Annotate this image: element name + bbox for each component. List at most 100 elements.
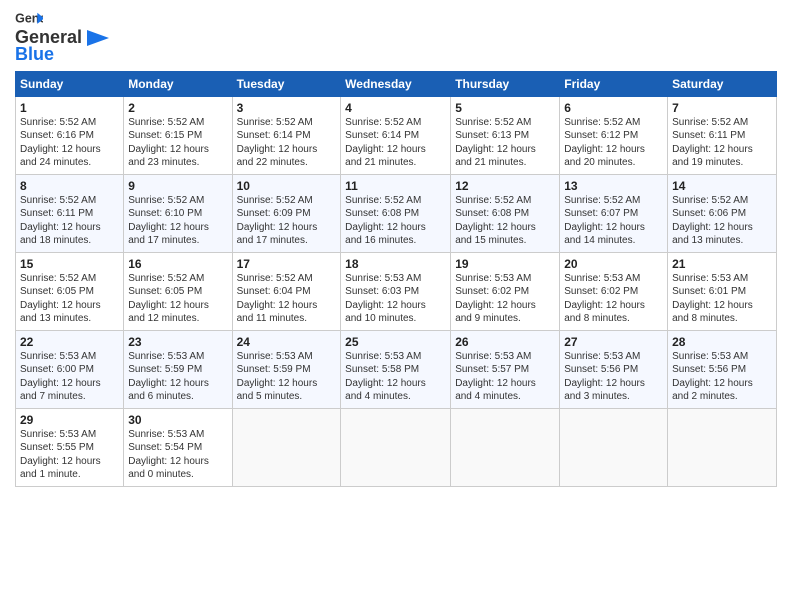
day-info: Sunrise: 5:52 AMSunset: 6:06 PMDaylight:… [672,194,772,248]
calendar-cell [560,408,668,486]
day-number: 27 [564,335,663,349]
day-info: Sunrise: 5:52 AMSunset: 6:16 PMDaylight:… [20,116,119,170]
week-row-1: 1Sunrise: 5:52 AMSunset: 6:16 PMDaylight… [16,96,777,174]
day-info: Sunrise: 5:52 AMSunset: 6:09 PMDaylight:… [237,194,337,248]
weekday-header-monday: Monday [124,71,232,96]
day-info: Sunrise: 5:53 AMSunset: 6:00 PMDaylight:… [20,350,119,404]
calendar-cell [668,408,777,486]
day-number: 12 [455,179,555,193]
day-info: Sunrise: 5:52 AMSunset: 6:14 PMDaylight:… [237,116,337,170]
week-row-4: 22Sunrise: 5:53 AMSunset: 6:00 PMDayligh… [16,330,777,408]
day-info: Sunrise: 5:53 AMSunset: 5:56 PMDaylight:… [672,350,772,404]
day-number: 24 [237,335,337,349]
day-number: 5 [455,101,555,115]
calendar-cell: 17Sunrise: 5:52 AMSunset: 6:04 PMDayligh… [232,252,341,330]
day-info: Sunrise: 5:52 AMSunset: 6:08 PMDaylight:… [345,194,446,248]
day-number: 20 [564,257,663,271]
day-info: Sunrise: 5:53 AMSunset: 5:59 PMDaylight:… [128,350,227,404]
day-number: 22 [20,335,119,349]
day-number: 25 [345,335,446,349]
day-info: Sunrise: 5:52 AMSunset: 6:10 PMDaylight:… [128,194,227,248]
calendar-cell: 18Sunrise: 5:53 AMSunset: 6:03 PMDayligh… [341,252,451,330]
week-row-5: 29Sunrise: 5:53 AMSunset: 5:55 PMDayligh… [16,408,777,486]
calendar-cell: 14Sunrise: 5:52 AMSunset: 6:06 PMDayligh… [668,174,777,252]
calendar-cell: 5Sunrise: 5:52 AMSunset: 6:13 PMDaylight… [451,96,560,174]
day-number: 26 [455,335,555,349]
calendar-cell: 1Sunrise: 5:52 AMSunset: 6:16 PMDaylight… [16,96,124,174]
calendar-cell: 26Sunrise: 5:53 AMSunset: 5:57 PMDayligh… [451,330,560,408]
day-number: 4 [345,101,446,115]
day-info: Sunrise: 5:52 AMSunset: 6:08 PMDaylight:… [455,194,555,248]
day-info: Sunrise: 5:53 AMSunset: 6:01 PMDaylight:… [672,272,772,326]
day-number: 3 [237,101,337,115]
day-info: Sunrise: 5:53 AMSunset: 5:55 PMDaylight:… [20,428,119,482]
day-info: Sunrise: 5:52 AMSunset: 6:11 PMDaylight:… [672,116,772,170]
day-info: Sunrise: 5:52 AMSunset: 6:13 PMDaylight:… [455,116,555,170]
calendar-cell: 9Sunrise: 5:52 AMSunset: 6:10 PMDaylight… [124,174,232,252]
calendar-cell: 6Sunrise: 5:52 AMSunset: 6:12 PMDaylight… [560,96,668,174]
day-info: Sunrise: 5:53 AMSunset: 5:58 PMDaylight:… [345,350,446,404]
calendar-cell: 22Sunrise: 5:53 AMSunset: 6:00 PMDayligh… [16,330,124,408]
day-number: 15 [20,257,119,271]
calendar-cell: 11Sunrise: 5:52 AMSunset: 6:08 PMDayligh… [341,174,451,252]
page: General General Blue SundayMondayTuesday… [0,0,792,612]
day-number: 8 [20,179,119,193]
calendar-cell: 24Sunrise: 5:53 AMSunset: 5:59 PMDayligh… [232,330,341,408]
day-number: 2 [128,101,227,115]
day-number: 13 [564,179,663,193]
calendar-cell: 4Sunrise: 5:52 AMSunset: 6:14 PMDaylight… [341,96,451,174]
calendar-cell: 27Sunrise: 5:53 AMSunset: 5:56 PMDayligh… [560,330,668,408]
day-number: 19 [455,257,555,271]
day-number: 28 [672,335,772,349]
logo-icon: General [15,10,43,28]
day-info: Sunrise: 5:52 AMSunset: 6:11 PMDaylight:… [20,194,119,248]
week-row-3: 15Sunrise: 5:52 AMSunset: 6:05 PMDayligh… [16,252,777,330]
day-number: 7 [672,101,772,115]
day-info: Sunrise: 5:53 AMSunset: 5:57 PMDaylight:… [455,350,555,404]
calendar-cell [232,408,341,486]
calendar-cell: 3Sunrise: 5:52 AMSunset: 6:14 PMDaylight… [232,96,341,174]
week-row-2: 8Sunrise: 5:52 AMSunset: 6:11 PMDaylight… [16,174,777,252]
day-number: 18 [345,257,446,271]
day-info: Sunrise: 5:52 AMSunset: 6:15 PMDaylight:… [128,116,227,170]
calendar-cell [341,408,451,486]
calendar-cell: 10Sunrise: 5:52 AMSunset: 6:09 PMDayligh… [232,174,341,252]
day-info: Sunrise: 5:52 AMSunset: 6:05 PMDaylight:… [20,272,119,326]
day-number: 11 [345,179,446,193]
calendar-cell: 16Sunrise: 5:52 AMSunset: 6:05 PMDayligh… [124,252,232,330]
day-number: 21 [672,257,772,271]
calendar-cell: 21Sunrise: 5:53 AMSunset: 6:01 PMDayligh… [668,252,777,330]
calendar-cell: 29Sunrise: 5:53 AMSunset: 5:55 PMDayligh… [16,408,124,486]
day-info: Sunrise: 5:53 AMSunset: 5:59 PMDaylight:… [237,350,337,404]
weekday-header-saturday: Saturday [668,71,777,96]
calendar-cell [451,408,560,486]
weekday-header-tuesday: Tuesday [232,71,341,96]
weekday-header-thursday: Thursday [451,71,560,96]
day-number: 23 [128,335,227,349]
day-info: Sunrise: 5:53 AMSunset: 6:02 PMDaylight:… [564,272,663,326]
calendar-cell: 20Sunrise: 5:53 AMSunset: 6:02 PMDayligh… [560,252,668,330]
calendar-cell: 7Sunrise: 5:52 AMSunset: 6:11 PMDaylight… [668,96,777,174]
day-number: 9 [128,179,227,193]
calendar-table: SundayMondayTuesdayWednesdayThursdayFrid… [15,71,777,487]
day-info: Sunrise: 5:52 AMSunset: 6:07 PMDaylight:… [564,194,663,248]
logo: General General Blue [15,10,109,65]
calendar-cell: 23Sunrise: 5:53 AMSunset: 5:59 PMDayligh… [124,330,232,408]
weekday-header-sunday: Sunday [16,71,124,96]
day-number: 14 [672,179,772,193]
calendar-cell: 25Sunrise: 5:53 AMSunset: 5:58 PMDayligh… [341,330,451,408]
day-info: Sunrise: 5:52 AMSunset: 6:05 PMDaylight:… [128,272,227,326]
day-number: 1 [20,101,119,115]
calendar-cell: 2Sunrise: 5:52 AMSunset: 6:15 PMDaylight… [124,96,232,174]
calendar-cell: 12Sunrise: 5:52 AMSunset: 6:08 PMDayligh… [451,174,560,252]
day-info: Sunrise: 5:53 AMSunset: 6:02 PMDaylight:… [455,272,555,326]
weekday-header-wednesday: Wednesday [341,71,451,96]
day-number: 17 [237,257,337,271]
weekday-header-friday: Friday [560,71,668,96]
calendar-cell: 15Sunrise: 5:52 AMSunset: 6:05 PMDayligh… [16,252,124,330]
logo-arrow [87,30,109,46]
day-info: Sunrise: 5:53 AMSunset: 5:56 PMDaylight:… [564,350,663,404]
day-info: Sunrise: 5:52 AMSunset: 6:04 PMDaylight:… [237,272,337,326]
day-number: 29 [20,413,119,427]
calendar-cell: 30Sunrise: 5:53 AMSunset: 5:54 PMDayligh… [124,408,232,486]
